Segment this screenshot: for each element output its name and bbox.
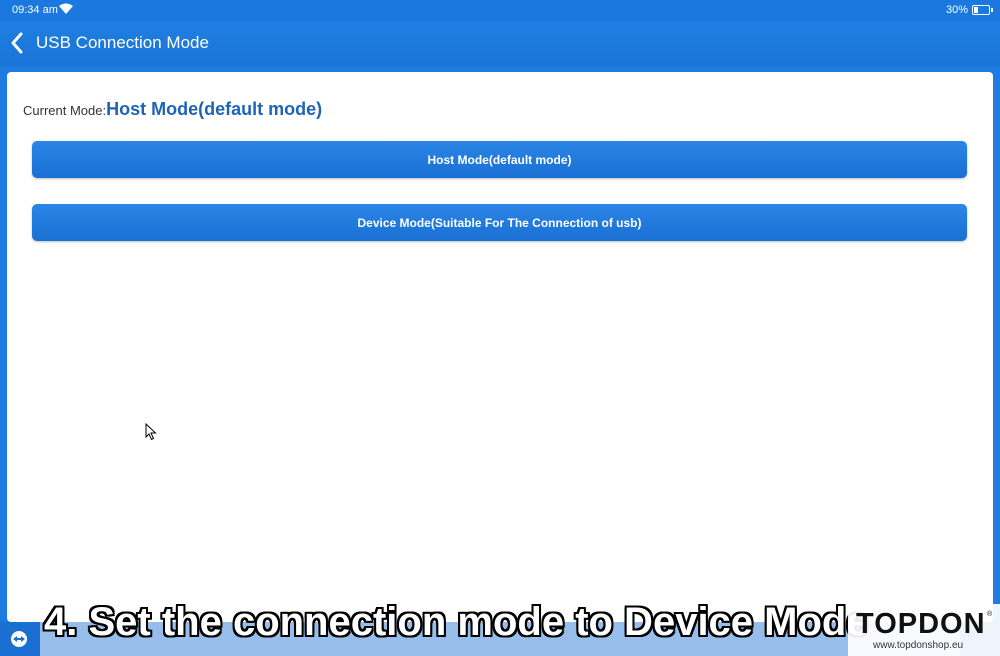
battery-icon xyxy=(972,5,993,15)
registered-mark: ® xyxy=(987,611,993,618)
teamviewer-icon[interactable] xyxy=(10,630,28,653)
device-mode-button[interactable]: Device Mode(Suitable For The Connection … xyxy=(32,204,967,241)
content-panel: Current Mode:Host Mode(default mode) Hos… xyxy=(7,72,993,622)
current-mode-row: Current Mode:Host Mode(default mode) xyxy=(23,99,322,120)
chevron-left-icon[interactable] xyxy=(6,30,32,56)
page-title: USB Connection Mode xyxy=(36,33,209,52)
topdon-logo: TOPDON xyxy=(856,608,986,640)
wifi-icon xyxy=(58,3,74,18)
host-mode-button[interactable]: Host Mode(default mode) xyxy=(32,141,967,178)
battery-percent: 30% xyxy=(945,4,968,16)
app-bar: USB Connection Mode xyxy=(0,22,1000,66)
video-caption: 4. Set the connection mode to Device Mod… xyxy=(44,600,869,644)
current-mode-value: Host Mode(default mode) xyxy=(106,99,323,119)
current-mode-label: Current Mode: xyxy=(23,103,107,118)
status-time: 09:34 am xyxy=(12,4,58,16)
status-bar: 09:34 am 30% xyxy=(0,0,1000,22)
brand-url: www.topdonshop.eu xyxy=(873,640,964,651)
mouse-cursor-icon xyxy=(145,422,157,446)
